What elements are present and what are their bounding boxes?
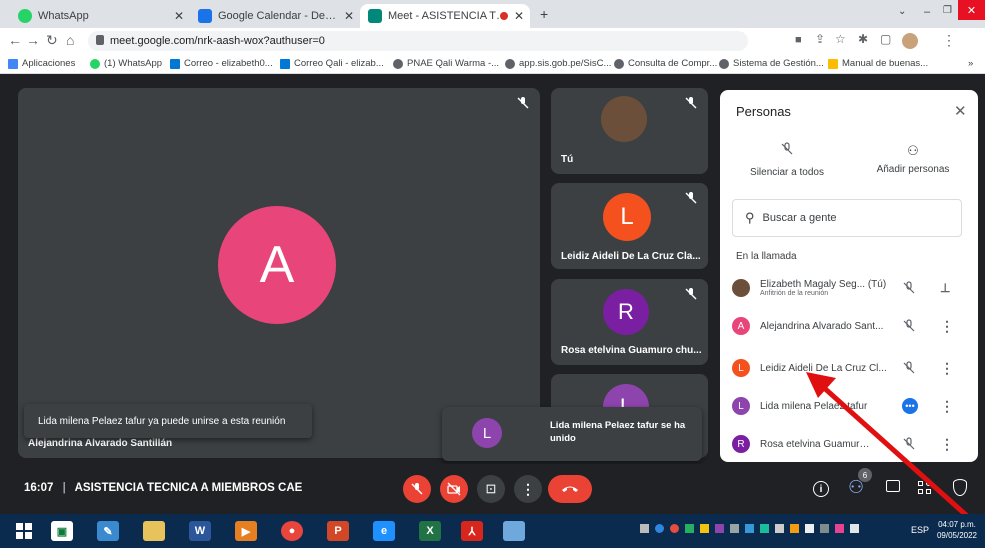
annotation-arrow — [806, 372, 985, 534]
windows-logo-icon — [16, 523, 32, 539]
file-explorer-icon[interactable] — [140, 518, 168, 544]
word-icon[interactable]: W — [186, 518, 214, 544]
windows-taskbar: ▣ ✎ W ▶ ● P e X ⅄ ESP 04:07 p.m. 09/05/2… — [0, 514, 985, 548]
clock-date: 09/05/2022 — [936, 531, 978, 540]
powerpoint-icon[interactable]: P — [324, 518, 352, 544]
system-tray-icons[interactable] — [640, 524, 900, 538]
clock[interactable]: 04:07 p.m. 09/05/2022 — [932, 519, 982, 541]
acrobat-icon[interactable]: ⅄ — [458, 518, 486, 544]
excel-icon[interactable]: X — [416, 518, 444, 544]
store-icon[interactable]: ▣ — [48, 518, 76, 544]
chrome-icon[interactable]: ● — [278, 518, 306, 544]
media-player-icon[interactable]: ▶ — [232, 518, 260, 544]
edge-icon[interactable]: e — [370, 518, 398, 544]
photos-icon[interactable] — [500, 518, 528, 544]
clock-time: 04:07 p.m. — [938, 520, 976, 529]
paint-icon[interactable]: ✎ — [94, 518, 122, 544]
windows-start-icon[interactable] — [10, 518, 38, 544]
language-indicator[interactable]: ESP — [911, 525, 929, 535]
